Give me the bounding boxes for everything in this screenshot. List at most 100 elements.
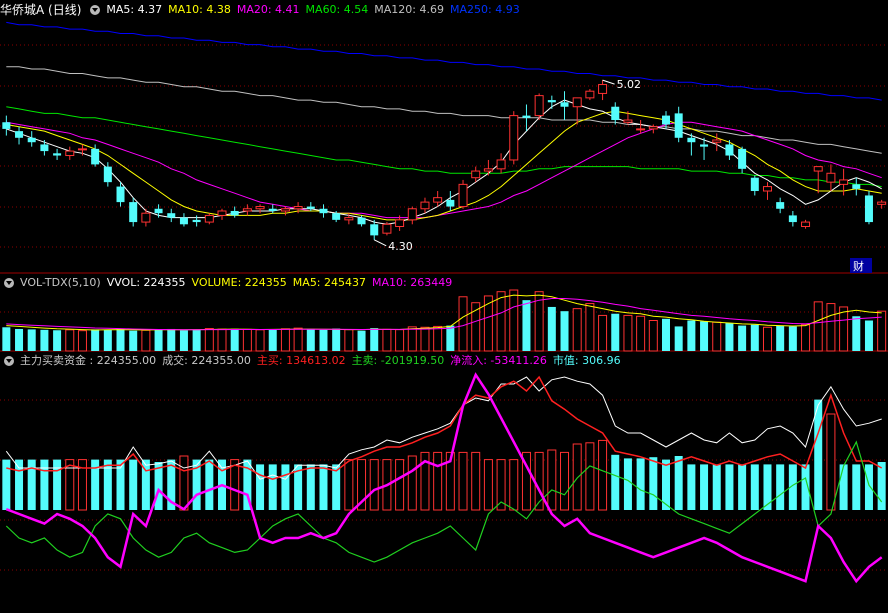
- flow-bar: [256, 464, 265, 510]
- volume-bar: [280, 328, 290, 352]
- flow-bar: [407, 455, 417, 511]
- volume-bar: [839, 306, 849, 352]
- flow-bar: [750, 464, 759, 510]
- candle-body: [700, 144, 709, 147]
- volume-bar: [319, 329, 328, 351]
- ma250-label: MA250: 4.93: [449, 3, 520, 16]
- flow-bar: [205, 459, 214, 510]
- volume-bar: [864, 320, 873, 351]
- volume-bar: [2, 327, 11, 351]
- volume-bar: [53, 330, 62, 351]
- flow-bar: [572, 443, 582, 511]
- flow-magenta-line: [5, 372, 883, 584]
- volume-bar: [255, 329, 265, 352]
- candle-body: [129, 202, 138, 223]
- candle-body: [332, 213, 341, 220]
- high-marker-label: 5.02: [617, 78, 642, 91]
- volume-bar: [293, 327, 303, 352]
- ma20-label: MA20: 4.41: [236, 3, 300, 16]
- candle-body: [611, 106, 620, 121]
- candle-body: [433, 197, 443, 203]
- candle-body: [496, 159, 506, 170]
- volume-ma5-line: [6, 294, 882, 331]
- candle-body: [877, 201, 887, 205]
- flow-bar: [483, 459, 493, 511]
- flow-menu-button[interactable]: [4, 356, 14, 366]
- stock-title: 华侨城A (日线): [0, 3, 82, 17]
- volume-bar: [395, 329, 405, 352]
- candle-body: [27, 137, 36, 143]
- candle-body: [788, 215, 797, 223]
- candle-body: [738, 148, 747, 169]
- volume-bar: [27, 329, 36, 351]
- candle-body: [91, 148, 100, 165]
- flow-bar: [674, 456, 683, 510]
- candle-body: [674, 113, 683, 138]
- volume-bar: [458, 296, 468, 352]
- volume-menu-button[interactable]: [4, 278, 14, 288]
- candle-body: [167, 213, 176, 218]
- volume-bar: [433, 325, 443, 352]
- flow-bar: [776, 464, 785, 510]
- candle-body: [154, 208, 163, 214]
- volume-bar: [496, 291, 506, 352]
- volume-bar: [40, 329, 49, 351]
- candle-body: [636, 128, 646, 131]
- volume-bar: [15, 328, 24, 351]
- candle-body: [852, 184, 861, 189]
- candle-body: [547, 100, 556, 103]
- candle-body: [217, 210, 227, 216]
- low-marker-label: 4.30: [388, 240, 413, 253]
- volume-bar: [750, 324, 759, 351]
- volume-label: VOLUME: 224355: [191, 276, 287, 289]
- candle-body: [648, 126, 658, 130]
- volume-bar: [636, 315, 646, 352]
- candle-body: [306, 206, 315, 209]
- flow-bar: [27, 459, 36, 510]
- volume-bar: [141, 329, 151, 352]
- flow-bar: [129, 459, 138, 510]
- volume-bar: [687, 320, 696, 351]
- flow-bar: [15, 459, 24, 510]
- volume-bar: [725, 323, 734, 351]
- candle-body: [623, 119, 633, 123]
- main-header: 华侨城A (日线) MA5: 4.37 MA10: 4.38 MA20: 4.4…: [0, 2, 526, 18]
- candle-body: [204, 214, 214, 223]
- candle-body: [750, 177, 759, 192]
- candle-body: [522, 115, 531, 118]
- candle-body: [509, 115, 519, 161]
- indicator-menu-button[interactable]: [90, 5, 101, 15]
- candle-body: [407, 208, 417, 221]
- volume-bar: [103, 329, 112, 351]
- vvol-label: VVOL: 224355: [106, 276, 186, 289]
- volume-bar: [65, 329, 75, 352]
- flow-bar: [826, 413, 836, 511]
- flow-bar: [281, 464, 290, 510]
- ma60-line: [6, 106, 882, 188]
- volume-bar: [179, 330, 188, 351]
- volume-bar: [91, 329, 100, 351]
- candle-body: [446, 199, 455, 207]
- candle-body: [598, 84, 608, 94]
- flow-bar: [53, 459, 62, 510]
- volume-bar: [357, 330, 366, 351]
- volume-bar: [623, 314, 633, 352]
- volume-bar: [776, 325, 785, 351]
- volume-bar: [611, 313, 620, 351]
- volume-bar: [420, 326, 430, 352]
- high-marker-arrow: [602, 79, 615, 85]
- flow-bar: [763, 464, 772, 510]
- volume-bar: [230, 328, 239, 351]
- flow-header: 主力买卖资金 : 224355.00 成交: 224355.00 主买: 134…: [0, 353, 627, 369]
- candle-body: [141, 212, 151, 223]
- volume-bar: [585, 303, 595, 352]
- flow-indicator-name: 主力买卖资金 : 224355.00: [20, 354, 157, 367]
- volume-bar: [852, 316, 861, 351]
- ma5-label: MA5: 4.37: [106, 3, 163, 16]
- candle-body: [370, 224, 379, 236]
- candle-body: [103, 166, 112, 183]
- candle-body: [762, 186, 772, 192]
- candle-body: [585, 90, 595, 99]
- ma60-label: MA60: 4.54: [305, 3, 369, 16]
- vol-ma10-label: MA10: 263449: [372, 276, 453, 289]
